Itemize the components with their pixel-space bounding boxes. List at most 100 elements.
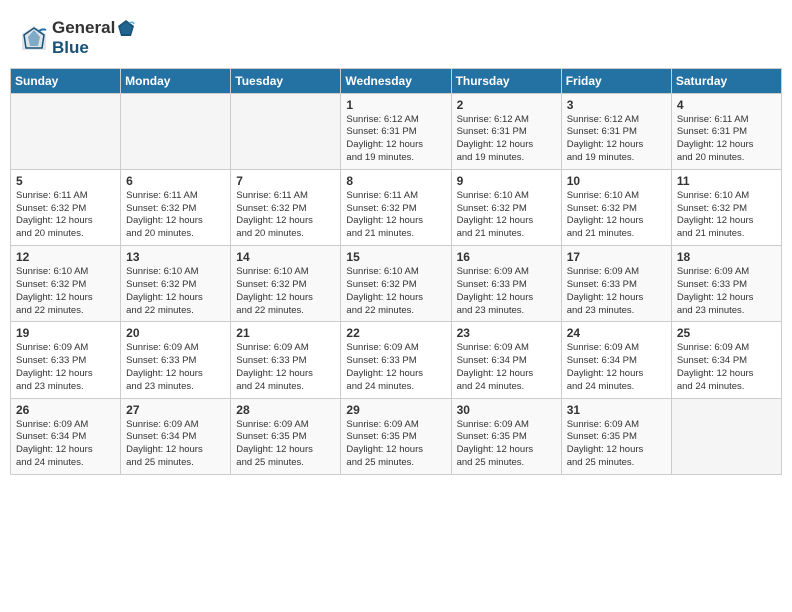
calendar-cell: 28 Sunrise: 6:09 AMSunset: 6:35 PMDayligh… — [231, 398, 341, 474]
calendar-cell: 23 Sunrise: 6:09 AMSunset: 6:34 PMDayligh… — [451, 322, 561, 398]
calendar-week-row: 12 Sunrise: 6:10 AMSunset: 6:32 PMDayligh… — [11, 246, 782, 322]
calendar-cell: 2 Sunrise: 6:12 AMSunset: 6:31 PMDaylight… — [451, 93, 561, 169]
weekday-header-friday: Friday — [561, 68, 671, 93]
day-info: Sunrise: 6:09 AMSunset: 6:33 PMDaylight:… — [16, 342, 115, 393]
calendar-cell: 16Sunrise: 6:09 AMSunset: 6:33 PMDayligh… — [451, 246, 561, 322]
weekday-header-sunday: Sunday — [11, 68, 121, 93]
logo: GeneralBlue — [20, 18, 137, 58]
calendar-cell: 18Sunrise: 6:09 AMSunset: 6:33 PMDayligh… — [671, 246, 781, 322]
day-number: 3 — [567, 98, 666, 112]
day-info: Sunrise: 6:09 AMSunset: 6:35 PMDaylight:… — [457, 419, 556, 470]
calendar-week-row: 5 Sunrise: 6:11 AMSunset: 6:32 PMDaylight… — [11, 169, 782, 245]
day-number: 31 — [567, 403, 666, 417]
day-info: Sunrise: 6:09 AMSunset: 6:33 PMDaylight:… — [346, 342, 445, 393]
day-number: 11 — [677, 174, 776, 188]
calendar-cell: 7Sunrise: 6:11 AMSunset: 6:32 PMDaylight… — [231, 169, 341, 245]
day-number: 2 — [457, 98, 556, 112]
day-number: 1 — [346, 98, 445, 112]
day-info: Sunrise: 6:09 AMSunset: 6:34 PMDaylight:… — [677, 342, 776, 393]
day-info: Sunrise: 6:09 AMSunset: 6:35 PMDaylight:… — [346, 419, 445, 470]
calendar-cell — [671, 398, 781, 474]
calendar-cell: 13 Sunrise: 6:10 AMSunset: 6:32 PMDayligh… — [121, 246, 231, 322]
weekday-header-wednesday: Wednesday — [341, 68, 451, 93]
day-number: 20 — [126, 326, 225, 340]
day-number: 7 — [236, 174, 335, 188]
calendar-cell: 10 Sunrise: 6:10 AMSunset: 6:32 PMDayligh… — [561, 169, 671, 245]
calendar-cell: 19Sunrise: 6:09 AMSunset: 6:33 PMDayligh… — [11, 322, 121, 398]
calendar-cell: 22 Sunrise: 6:09 AMSunset: 6:33 PMDayligh… — [341, 322, 451, 398]
day-number: 25 — [677, 326, 776, 340]
day-number: 27 — [126, 403, 225, 417]
day-number: 23 — [457, 326, 556, 340]
calendar-week-row: 26 Sunrise: 6:09 AMSunset: 6:34 PMDayligh… — [11, 398, 782, 474]
day-info: Sunrise: 6:09 AMSunset: 6:35 PMDaylight:… — [567, 419, 666, 470]
calendar-cell: 17Sunrise: 6:09 AMSunset: 6:33 PMDayligh… — [561, 246, 671, 322]
logo-icon — [20, 24, 48, 52]
day-info: Sunrise: 6:09 AMSunset: 6:34 PMDaylight:… — [126, 419, 225, 470]
page-header: GeneralBlue — [10, 10, 782, 64]
calendar-cell: 4 Sunrise: 6:11 AMSunset: 6:31 PMDaylight… — [671, 93, 781, 169]
day-info: Sunrise: 6:09 AMSunset: 6:34 PMDaylight:… — [457, 342, 556, 393]
calendar-cell: 26 Sunrise: 6:09 AMSunset: 6:34 PMDayligh… — [11, 398, 121, 474]
day-info: Sunrise: 6:10 AMSunset: 6:32 PMDaylight:… — [236, 266, 335, 317]
day-number: 24 — [567, 326, 666, 340]
day-info: Sunrise: 6:11 AMSunset: 6:32 PMDaylight:… — [346, 190, 445, 241]
day-number: 29 — [346, 403, 445, 417]
calendar-cell: 29 Sunrise: 6:09 AMSunset: 6:35 PMDayligh… — [341, 398, 451, 474]
calendar-cell — [121, 93, 231, 169]
day-info: Sunrise: 6:09 AMSunset: 6:35 PMDaylight:… — [236, 419, 335, 470]
day-number: 8 — [346, 174, 445, 188]
day-info: Sunrise: 6:09 AMSunset: 6:33 PMDaylight:… — [457, 266, 556, 317]
calendar-cell: 25 Sunrise: 6:09 AMSunset: 6:34 PMDayligh… — [671, 322, 781, 398]
calendar-table: SundayMondayTuesdayWednesdayThursdayFrid… — [10, 68, 782, 475]
day-number: 10 — [567, 174, 666, 188]
day-number: 21 — [236, 326, 335, 340]
calendar-cell — [11, 93, 121, 169]
calendar-cell: 21 Sunrise: 6:09 AMSunset: 6:33 PMDayligh… — [231, 322, 341, 398]
day-info: Sunrise: 6:12 AMSunset: 6:31 PMDaylight:… — [346, 114, 445, 165]
day-info: Sunrise: 6:09 AMSunset: 6:33 PMDaylight:… — [677, 266, 776, 317]
day-info: Sunrise: 6:09 AMSunset: 6:34 PMDaylight:… — [567, 342, 666, 393]
day-number: 28 — [236, 403, 335, 417]
day-info: Sunrise: 6:10 AMSunset: 6:32 PMDaylight:… — [567, 190, 666, 241]
day-info: Sunrise: 6:10 AMSunset: 6:32 PMDaylight:… — [346, 266, 445, 317]
calendar-cell: 11Sunrise: 6:10 AMSunset: 6:32 PMDayligh… — [671, 169, 781, 245]
calendar-week-row: 1 Sunrise: 6:12 AMSunset: 6:31 PMDaylight… — [11, 93, 782, 169]
day-info: Sunrise: 6:10 AMSunset: 6:32 PMDaylight:… — [16, 266, 115, 317]
day-number: 13 — [126, 250, 225, 264]
day-number: 15 — [346, 250, 445, 264]
calendar-cell: 9 Sunrise: 6:10 AMSunset: 6:32 PMDaylight… — [451, 169, 561, 245]
calendar-cell: 3 Sunrise: 6:12 AMSunset: 6:31 PMDaylight… — [561, 93, 671, 169]
weekday-header-monday: Monday — [121, 68, 231, 93]
calendar-cell: 6Sunrise: 6:11 AMSunset: 6:32 PMDaylight… — [121, 169, 231, 245]
day-info: Sunrise: 6:10 AMSunset: 6:32 PMDaylight:… — [126, 266, 225, 317]
weekday-header-row: SundayMondayTuesdayWednesdayThursdayFrid… — [11, 68, 782, 93]
day-info: Sunrise: 6:12 AMSunset: 6:31 PMDaylight:… — [567, 114, 666, 165]
day-info: Sunrise: 6:09 AMSunset: 6:33 PMDaylight:… — [236, 342, 335, 393]
weekday-header-saturday: Saturday — [671, 68, 781, 93]
weekday-header-tuesday: Tuesday — [231, 68, 341, 93]
day-number: 22 — [346, 326, 445, 340]
day-info: Sunrise: 6:12 AMSunset: 6:31 PMDaylight:… — [457, 114, 556, 165]
day-number: 12 — [16, 250, 115, 264]
day-info: Sunrise: 6:10 AMSunset: 6:32 PMDaylight:… — [457, 190, 556, 241]
day-number: 30 — [457, 403, 556, 417]
calendar-week-row: 19Sunrise: 6:09 AMSunset: 6:33 PMDayligh… — [11, 322, 782, 398]
calendar-cell: 8 Sunrise: 6:11 AMSunset: 6:32 PMDaylight… — [341, 169, 451, 245]
day-info: Sunrise: 6:09 AMSunset: 6:33 PMDaylight:… — [567, 266, 666, 317]
calendar-cell: 24 Sunrise: 6:09 AMSunset: 6:34 PMDayligh… — [561, 322, 671, 398]
day-number: 9 — [457, 174, 556, 188]
day-number: 5 — [16, 174, 115, 188]
weekday-header-thursday: Thursday — [451, 68, 561, 93]
calendar-cell: 31 Sunrise: 6:09 AMSunset: 6:35 PMDayligh… — [561, 398, 671, 474]
day-info: Sunrise: 6:11 AMSunset: 6:31 PMDaylight:… — [677, 114, 776, 165]
day-info: Sunrise: 6:11 AMSunset: 6:32 PMDaylight:… — [16, 190, 115, 241]
calendar-cell: 12 Sunrise: 6:10 AMSunset: 6:32 PMDayligh… — [11, 246, 121, 322]
day-info: Sunrise: 6:09 AMSunset: 6:34 PMDaylight:… — [16, 419, 115, 470]
day-info: Sunrise: 6:09 AMSunset: 6:33 PMDaylight:… — [126, 342, 225, 393]
day-number: 26 — [16, 403, 115, 417]
calendar-cell: 30 Sunrise: 6:09 AMSunset: 6:35 PMDayligh… — [451, 398, 561, 474]
calendar-cell: 1 Sunrise: 6:12 AMSunset: 6:31 PMDaylight… — [341, 93, 451, 169]
day-number: 4 — [677, 98, 776, 112]
calendar-cell — [231, 93, 341, 169]
